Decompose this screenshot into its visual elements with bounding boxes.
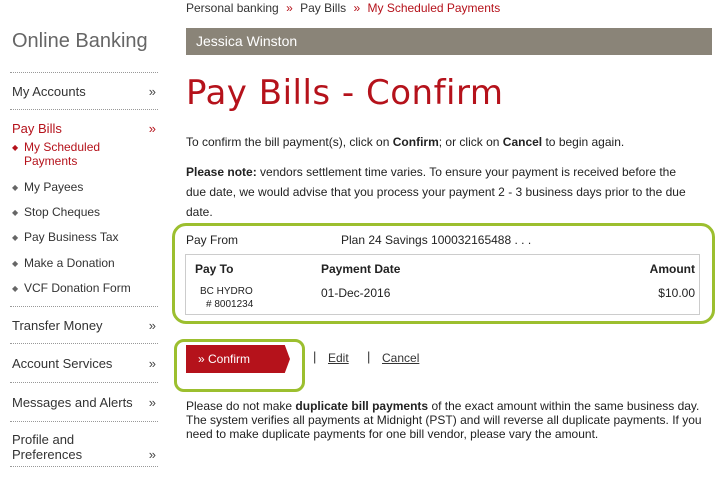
confirm-button[interactable]: » Confirm <box>186 345 290 373</box>
duplicate-warning: Please do not make duplicate bill paymen… <box>186 399 706 441</box>
sidebar-item-label: Preferences <box>12 447 83 462</box>
sidebar-item-profile-preferences[interactable]: Profile and Preferences » <box>10 422 158 466</box>
note-line: due date, we would advise that you proce… <box>186 185 686 199</box>
sidebar-item-label: My Accounts <box>12 83 86 99</box>
chevron-right-icon: » <box>148 317 156 333</box>
chevron-right-icon: » <box>148 83 156 99</box>
amount-cell: $10.00 <box>658 286 695 300</box>
sidebar-subitem-label: Pay Business Tax <box>24 230 119 244</box>
col-pay-to: Pay To <box>195 262 234 276</box>
bullet-icon: ◆ <box>12 259 19 268</box>
sidebar-item-transfer-money[interactable]: Transfer Money » <box>10 307 158 343</box>
sidebar-item-label: Pay Bills <box>12 120 62 136</box>
sidebar-item-label: Transfer Money <box>12 317 103 333</box>
note-text: Please note: vendors settlement time var… <box>186 162 706 222</box>
sidebar-nav: My Accounts » Pay Bills » ◆ My Scheduled… <box>10 72 158 467</box>
page-title: Pay Bills - Confirm <box>186 73 504 113</box>
bullet-icon: ◆ <box>12 143 19 152</box>
note-line: date. <box>186 205 213 219</box>
sidebar: Online Banking My Accounts » Pay Bills »… <box>0 0 170 493</box>
payee-name: BC HYDRO <box>200 286 253 297</box>
note-line: vendors settlement time varies. To ensur… <box>256 165 677 179</box>
sidebar-subitem-payees[interactable]: ◆ My Payees <box>10 180 158 205</box>
sidebar-subitem-label: Make a Donation <box>24 256 115 270</box>
intro-part: To confirm the bill payment(s), click on <box>186 135 393 149</box>
intro-part: to begin again. <box>542 135 625 149</box>
warning-emphasis: duplicate bill payments <box>295 399 429 413</box>
payee-number: # 8001234 <box>206 299 254 310</box>
edit-link[interactable]: Edit <box>328 351 349 365</box>
breadcrumb-pay-bills[interactable]: Pay Bills <box>300 1 346 15</box>
breadcrumb-personal-banking[interactable]: Personal banking <box>186 1 279 15</box>
col-payment-date: Payment Date <box>321 262 401 276</box>
chevron-right-icon: » <box>148 355 156 371</box>
pay-from-value: Plan 24 Savings 100032165488 . . . <box>341 233 532 247</box>
bullet-icon: ◆ <box>12 233 19 242</box>
link-separator: | <box>367 349 371 364</box>
bullet-icon: ◆ <box>12 183 19 192</box>
sidebar-subitem-scheduled-payments[interactable]: ◆ My Scheduled Payments <box>10 140 158 180</box>
brand-title: Online Banking <box>12 30 148 52</box>
sidebar-item-label: Account Services <box>12 355 113 371</box>
sidebar-subitem-label: VCF Donation Form <box>24 281 131 295</box>
sidebar-subitem-label: Stop Cheques <box>24 205 101 219</box>
chevron-right-icon: » <box>148 447 156 462</box>
breadcrumb-separator: » <box>353 1 361 15</box>
chevron-right-icon: » <box>148 394 156 410</box>
sidebar-subitem-label: Payments <box>24 154 78 168</box>
intro-cancel: Cancel <box>502 135 543 149</box>
bullet-icon: ◆ <box>12 284 19 293</box>
payment-date-cell: 01-Dec-2016 <box>321 286 391 300</box>
sidebar-item-messages-alerts[interactable]: Messages and Alerts » <box>10 383 158 421</box>
sidebar-subitem-donation[interactable]: ◆ Make a Donation <box>10 256 158 281</box>
bullet-icon: ◆ <box>12 208 19 217</box>
sidebar-subitem-business-tax[interactable]: ◆ Pay Business Tax <box>10 230 158 256</box>
user-name: Jessica Winston <box>196 33 298 49</box>
payment-table: Pay To Payment Date Amount BC HYDRO # 80… <box>185 254 700 315</box>
intro-text: To confirm the bill payment(s), click on… <box>186 132 624 152</box>
divider <box>10 466 158 467</box>
sidebar-subitem-label: My Payees <box>24 180 84 194</box>
chevron-right-icon: » <box>148 120 156 136</box>
sidebar-subitem-vcf-donation[interactable]: ◆ VCF Donation Form <box>10 281 158 306</box>
intro-confirm: Confirm <box>392 135 439 149</box>
intro-part: ; or click on <box>438 135 503 149</box>
link-separator: | <box>313 349 317 364</box>
sidebar-item-label: Messages and Alerts <box>12 394 133 410</box>
pay-from-label: Pay From <box>186 233 239 247</box>
note-label: Please note: <box>186 165 257 179</box>
sidebar-subitem-stop-cheques[interactable]: ◆ Stop Cheques <box>10 205 158 230</box>
sidebar-item-account-services[interactable]: Account Services » <box>10 344 158 382</box>
sidebar-subitem-label: My Scheduled <box>24 140 101 154</box>
breadcrumb-current: My Scheduled Payments <box>367 1 501 15</box>
breadcrumb: Personal banking » Pay Bills » My Schedu… <box>186 1 500 15</box>
user-bar: Jessica Winston <box>186 28 712 55</box>
breadcrumb-separator: » <box>286 1 293 15</box>
col-amount: Amount <box>649 262 695 276</box>
sidebar-item-my-accounts[interactable]: My Accounts » <box>10 73 158 109</box>
payee-cell: BC HYDRO # 8001234 <box>200 285 253 311</box>
cancel-link[interactable]: Cancel <box>382 351 419 365</box>
sidebar-item-label: Profile and <box>12 432 75 447</box>
warning-part: Please do not make <box>186 399 296 413</box>
